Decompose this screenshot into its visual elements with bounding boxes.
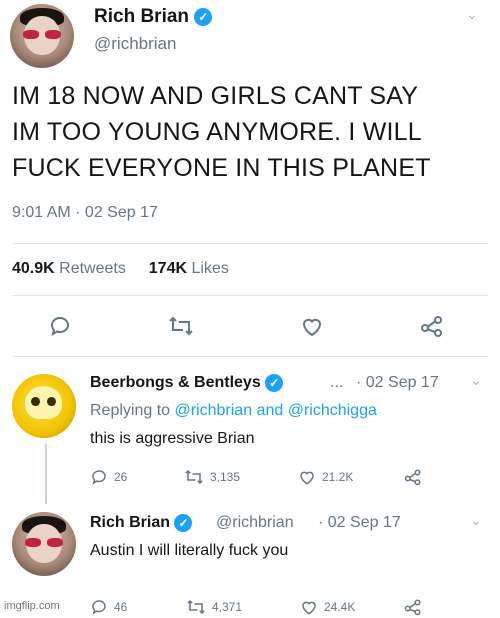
- watermark: imgflip.com: [4, 600, 60, 612]
- like-icon: [302, 601, 316, 615]
- author-name-text: Rich Brian: [94, 6, 190, 27]
- retweet-button[interactable]: 3,135: [184, 468, 240, 486]
- retweet-icon: [187, 599, 205, 615]
- reply-button[interactable]: 26: [90, 468, 127, 486]
- retweet-count: 3,135: [210, 470, 241, 484]
- chevron-down-icon[interactable]: ⌄: [470, 512, 482, 529]
- share-button[interactable]: [404, 598, 422, 616]
- reply-icon: [51, 317, 69, 337]
- reply-author-name[interactable]: Beerbongs & Bentleys ✓: [90, 374, 284, 392]
- retweet-icon: [169, 316, 193, 336]
- thread-line: [45, 444, 47, 504]
- reply-date[interactable]: · 02 Sep 17: [318, 514, 401, 532]
- retweet-button[interactable]: 4,371: [186, 598, 242, 616]
- share-icon: [404, 599, 421, 616]
- divider: [12, 243, 488, 244]
- replying-to: Replying to @richbrian and @richchigga: [90, 402, 377, 420]
- avatar[interactable]: [10, 4, 74, 68]
- reply-date[interactable]: · 02 Sep 17: [356, 374, 439, 392]
- tweet-text-line: FUCK EVERYONE IN THIS PLANET: [12, 154, 431, 182]
- reply-button[interactable]: 46: [90, 598, 127, 616]
- reply-text: this is aggressive Brian: [90, 430, 255, 447]
- share-button[interactable]: [420, 314, 444, 338]
- like-button[interactable]: 24.4K: [300, 598, 355, 616]
- replying-to-handles[interactable]: @richbrian and @richchigga: [175, 402, 377, 419]
- tweet-text: IM 18 NOW AND GIRLS CANT SAY IM TOO YOUN…: [12, 78, 492, 186]
- reply-handle[interactable]: ...: [330, 374, 343, 392]
- author-handle[interactable]: @richbrian: [94, 34, 176, 54]
- reply-author-name[interactable]: Rich Brian ✓: [90, 514, 193, 532]
- reply-count: 46: [114, 600, 128, 614]
- likes-count[interactable]: 174K: [149, 260, 187, 277]
- tweet-stats: 40.9K Retweets 174K Likes: [12, 260, 229, 278]
- author-name[interactable]: Rich Brian ✓: [94, 6, 213, 28]
- retweet-button[interactable]: [168, 314, 194, 338]
- tweet-text-line: IM TOO YOUNG ANYMORE. I WILL: [12, 118, 422, 146]
- avatar-glasses: [22, 29, 62, 39]
- retweets-label[interactable]: Retweets: [59, 260, 126, 277]
- like-count: 21.2K: [322, 470, 354, 484]
- share-button[interactable]: [404, 468, 422, 486]
- avatar[interactable]: [12, 512, 76, 576]
- likes-label[interactable]: Likes: [191, 260, 228, 277]
- verified-badge-icon: ✓: [174, 514, 193, 532]
- tweet-timestamp[interactable]: 9:01 AM · 02 Sep 17: [12, 204, 158, 222]
- avatar-eye: [46, 397, 56, 406]
- share-icon: [421, 316, 442, 337]
- share-icon: [404, 469, 421, 486]
- reply-count: 26: [114, 470, 128, 484]
- reply-button[interactable]: [48, 314, 72, 338]
- retweets-count[interactable]: 40.9K: [12, 260, 55, 277]
- verified-badge-icon: ✓: [194, 7, 213, 26]
- avatar-glasses: [24, 537, 64, 547]
- replying-to-prefix: Replying to: [90, 402, 171, 419]
- chevron-down-icon[interactable]: ⌄: [470, 372, 482, 389]
- like-button[interactable]: [300, 314, 324, 338]
- like-button[interactable]: 21.2K: [298, 468, 353, 486]
- divider: [12, 356, 488, 357]
- reply-icon: [92, 470, 106, 485]
- tweet-text-line: IM 18 NOW AND GIRLS CANT SAY: [12, 82, 419, 110]
- chevron-down-icon[interactable]: ⌄: [466, 6, 478, 23]
- reply-text: Austin I will literally fuck you: [90, 542, 289, 559]
- like-icon: [302, 318, 322, 337]
- reply-handle[interactable]: @richbrian: [216, 514, 294, 532]
- retweet-count: 4,371: [212, 600, 243, 614]
- like-icon: [300, 471, 314, 485]
- reply-author-name-text: Rich Brian: [90, 514, 171, 532]
- like-count: 24.4K: [324, 600, 356, 614]
- reply-author-name-text: Beerbongs & Bentleys: [90, 374, 261, 392]
- divider: [12, 295, 488, 296]
- retweet-icon: [185, 469, 203, 485]
- avatar[interactable]: [12, 374, 76, 438]
- reply-icon: [92, 600, 106, 615]
- verified-badge-icon: ✓: [265, 374, 284, 392]
